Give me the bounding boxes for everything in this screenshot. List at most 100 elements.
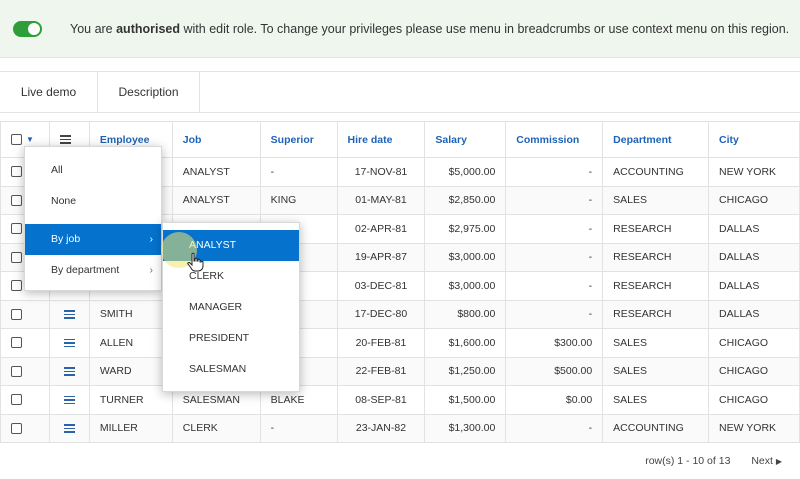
row-checkbox[interactable] [11, 422, 22, 434]
cell-job: ANALYST [171, 157, 261, 187]
cell-employee: TURNER [88, 385, 173, 415]
submenu-item-label: PRESIDENT [189, 332, 250, 344]
row-checkbox[interactable] [11, 223, 22, 235]
row-actions-cell[interactable] [48, 328, 90, 358]
cell-commission: - [505, 157, 604, 187]
menu-item-by-department[interactable]: By department › [25, 255, 161, 286]
cell-employee: SMITH [88, 299, 173, 329]
tab-bar: Live demo Description [0, 71, 800, 113]
toggle-knob [28, 23, 40, 35]
submenu-item-manager[interactable]: MANAGER [163, 292, 299, 323]
row-select-cell[interactable] [0, 299, 50, 329]
row-select-cell[interactable] [0, 413, 50, 443]
col-city[interactable]: City [708, 121, 800, 158]
chevron-down-icon[interactable]: ▼ [26, 135, 34, 144]
row-checkbox[interactable] [11, 251, 22, 263]
table-row[interactable]: TURNER SALESMAN BLAKE 08-SEP-81 $1,500.00 $0.… [0, 385, 800, 415]
col-hire-date[interactable]: Hire date [336, 121, 426, 158]
table-row[interactable]: SMITH 17-DEC-80 $800.00- RESEARCH DALLAS [0, 299, 800, 329]
row-checkbox[interactable] [11, 280, 22, 292]
cell-hire-date: 22-FEB-81 [336, 356, 426, 386]
cell-commission: - [505, 271, 604, 301]
col-department[interactable]: Department [602, 121, 710, 158]
row-checkbox[interactable] [11, 194, 22, 206]
row-select-cell[interactable] [0, 356, 50, 386]
cell-salary: $2,975.00 [424, 214, 507, 244]
tab-description[interactable]: Description [98, 72, 200, 113]
cell-commission: $500.00 [505, 356, 604, 386]
authorisation-banner: You are authorised with edit role. To ch… [0, 0, 800, 58]
cell-employee: WARD [88, 356, 173, 386]
select-all-checkbox[interactable] [11, 134, 22, 146]
row-checkbox[interactable] [11, 166, 22, 178]
cell-commission: $300.00 [505, 328, 604, 358]
submenu-item-label: MANAGER [189, 301, 243, 313]
row-actions-cell[interactable] [48, 299, 90, 329]
cell-employee: ALLEN [88, 328, 173, 358]
table-row[interactable]: WARD 22-FEB-81 $1,250.00 $500.00 SALES CHICAG… [0, 356, 800, 386]
cell-department: RESEARCH [602, 299, 710, 329]
banner-msg-bold: authorised [116, 22, 181, 36]
menu-item-all[interactable]: All [25, 155, 161, 186]
cell-commission: - [505, 242, 604, 272]
cell-commission: - [505, 413, 604, 443]
banner-message: You are authorised with edit role. To ch… [70, 22, 789, 36]
menu-item-by-job[interactable]: By job › [25, 224, 161, 255]
row-menu-icon[interactable] [63, 365, 75, 378]
col-job[interactable]: Job [171, 121, 261, 158]
menu-item-label: By job [51, 233, 81, 245]
edit-mode-toggle[interactable] [13, 21, 42, 37]
chevron-right-icon: › [149, 265, 153, 276]
cell-city: NEW YORK [708, 157, 800, 187]
cell-hire-date: 03-DEC-81 [336, 271, 426, 301]
banner-msg-suffix: with edit role. To change your privilege… [180, 22, 790, 36]
row-select-cell[interactable] [0, 385, 50, 415]
row-checkbox[interactable] [11, 337, 22, 349]
table-row[interactable]: ALLEN 20-FEB-81 $1,600.00 $300.00 SALES CHICA… [0, 328, 800, 358]
row-actions-cell[interactable] [48, 356, 90, 386]
submenu-item-salesman[interactable]: SALESMAN [163, 354, 299, 385]
row-checkbox[interactable] [11, 394, 22, 406]
cell-commission: $0.00 [505, 385, 604, 415]
row-actions-cell[interactable] [48, 385, 90, 415]
tab-live-demo[interactable]: Live demo [0, 72, 98, 113]
submenu-item-label: SALESMAN [189, 363, 247, 375]
cell-hire-date: 17-NOV-81 [336, 157, 426, 187]
col-superior[interactable]: Superior [259, 121, 338, 158]
pagination: row(s) 1 - 10 of 13 Next ▶ [645, 455, 782, 467]
row-checkbox[interactable] [11, 308, 22, 320]
cell-department: SALES [602, 356, 710, 386]
row-menu-icon[interactable] [63, 422, 75, 435]
cell-salary: $1,250.00 [424, 356, 507, 386]
cell-hire-date: 23-JAN-82 [336, 413, 426, 443]
cell-department: SALES [602, 185, 710, 215]
cell-commission: - [505, 299, 604, 329]
row-menu-icon[interactable] [63, 394, 75, 407]
cell-salary: $1,500.00 [424, 385, 507, 415]
pagination-range: row(s) 1 - 10 of 13 [645, 455, 731, 467]
col-salary[interactable]: Salary [424, 121, 507, 158]
cell-job: ANALYST [171, 185, 261, 215]
menu-item-label: By department [51, 264, 120, 276]
next-page-link[interactable]: Next ▶ [751, 455, 782, 467]
cell-salary: $1,300.00 [424, 413, 507, 443]
menu-item-label: All [51, 164, 63, 176]
row-menu-icon[interactable] [63, 337, 75, 350]
row-menu-icon[interactable] [63, 308, 75, 321]
banner-msg-prefix: You are [70, 22, 117, 36]
table-row[interactable]: MILLER CLERK -23-JAN-82 $1,300.00- ACCOUNTIN… [0, 413, 800, 443]
cell-department: ACCOUNTING [602, 157, 710, 187]
submenu-item-president[interactable]: PRESIDENT [163, 323, 299, 354]
cell-city: DALLAS [708, 214, 800, 244]
cell-hire-date: 08-SEP-81 [336, 385, 426, 415]
row-checkbox[interactable] [11, 365, 22, 377]
menu-item-none[interactable]: None [25, 186, 161, 217]
row-actions-cell[interactable] [48, 413, 90, 443]
cell-job: CLERK [171, 413, 261, 443]
cell-superior: KING [259, 185, 338, 215]
cell-city: CHICAGO [708, 328, 800, 358]
cell-salary: $1,600.00 [424, 328, 507, 358]
row-select-cell[interactable] [0, 328, 50, 358]
col-commission[interactable]: Commission [505, 121, 604, 158]
menu-icon[interactable] [59, 133, 71, 146]
